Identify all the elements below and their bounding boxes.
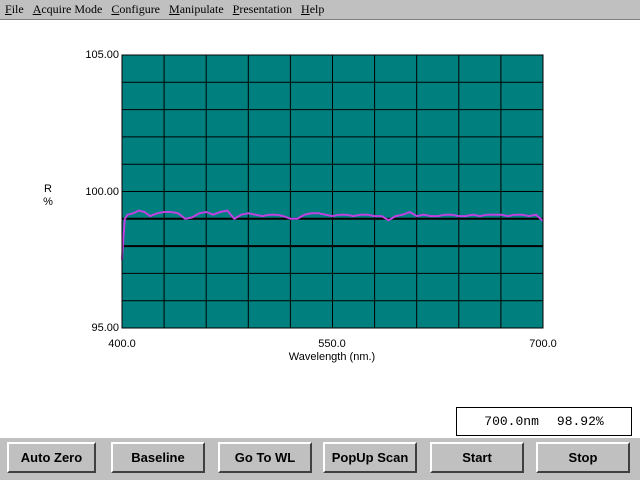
y-axis-label: R%	[43, 183, 53, 208]
y-tick-bottom: 95.00	[91, 322, 119, 334]
stop-button[interactable]: Stop	[536, 442, 630, 473]
wavelength-readout: 700.0nm 98.92%	[456, 407, 632, 436]
go-to-wl-button[interactable]: Go To WL	[218, 442, 312, 473]
auto-zero-button[interactable]: Auto Zero	[7, 442, 96, 473]
readout-value: 98.92%	[556, 414, 604, 429]
spectrum-chart: 105.00 100.00 95.00 400.0 550.0 700.0 Wa…	[43, 49, 557, 363]
baseline-button[interactable]: Baseline	[111, 442, 205, 473]
y-axis-label-line: %	[43, 196, 53, 208]
x-axis-label: Wavelength (nm.)	[289, 351, 375, 363]
start-button[interactable]: Start	[430, 442, 524, 473]
x-tick-mid: 550.0	[318, 338, 346, 350]
x-tick-left: 400.0	[108, 338, 136, 350]
readout-wavelength: 700.0nm	[484, 414, 539, 429]
y-tick-top: 105.00	[85, 49, 119, 61]
y-axis-label-line: R	[44, 183, 52, 195]
button-bar: Auto Zero Baseline Go To WL PopUp Scan S…	[0, 438, 640, 480]
x-tick-right: 700.0	[529, 338, 557, 350]
y-tick-mid: 100.00	[85, 186, 119, 198]
popup-scan-button[interactable]: PopUp Scan	[323, 442, 417, 473]
